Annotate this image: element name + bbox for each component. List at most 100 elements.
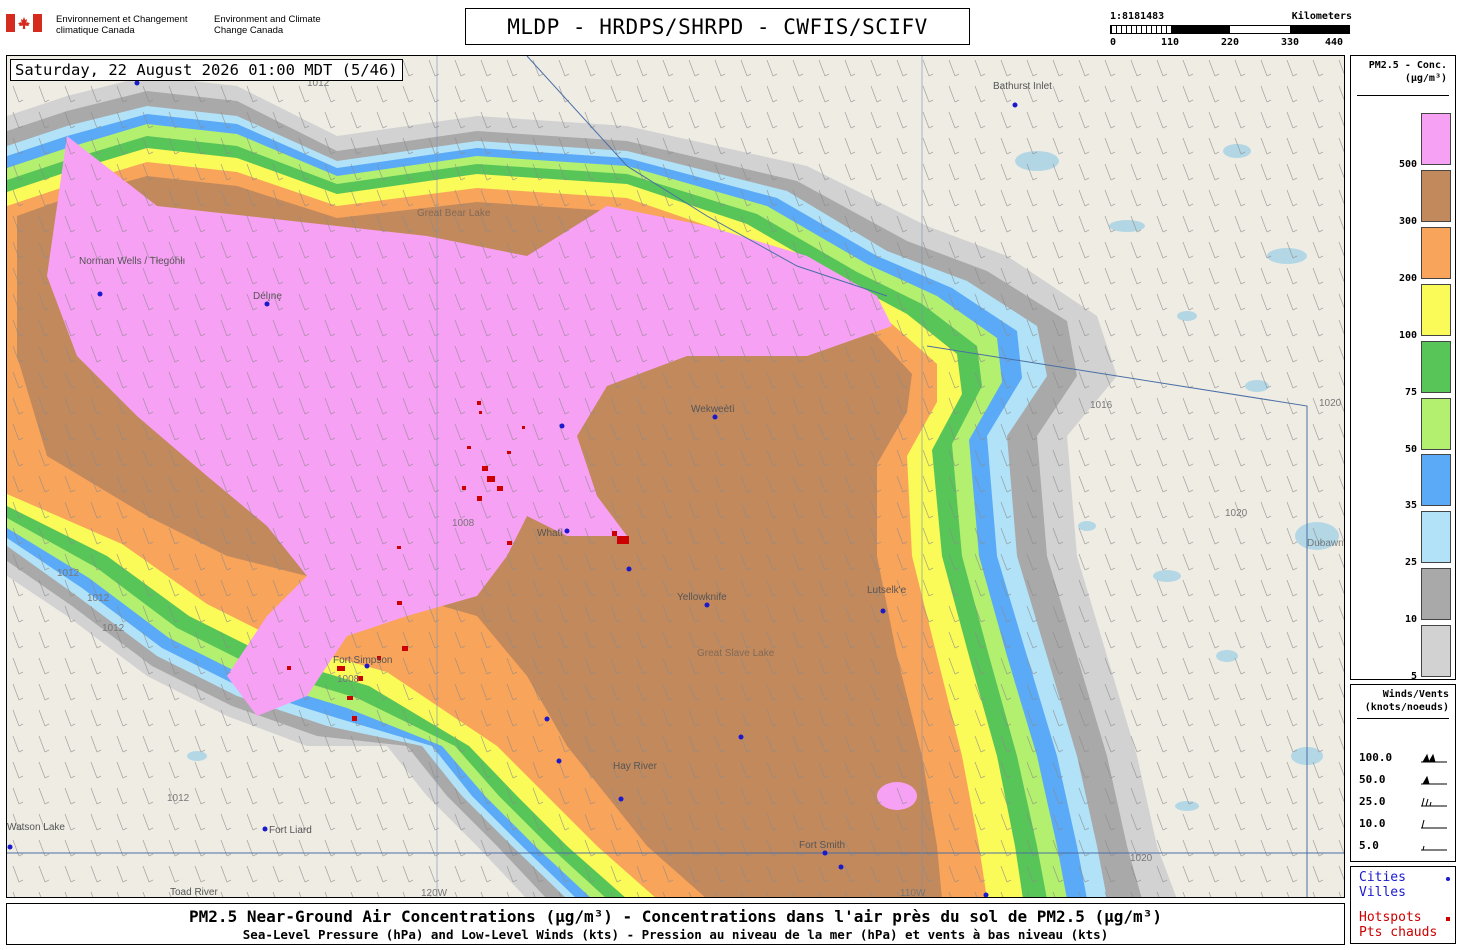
scale-tick-label: 330: [1280, 37, 1300, 48]
legend-bin-label: 300: [1398, 215, 1417, 227]
eccc-logo: Environnement et Changement climatique C…: [6, 12, 336, 42]
wind-row: 50.0: [1359, 773, 1451, 787]
scale-tick-label: 110: [1160, 37, 1180, 48]
agency-name-fr: Environnement et Changement climatique C…: [56, 14, 188, 36]
cities-label-fr: Villes: [1359, 885, 1406, 900]
legend-swatch: [1421, 511, 1451, 564]
wind-legend: Winds/Vents (knots/noeuds) 100.0 50.0 25…: [1350, 684, 1456, 862]
isobar-label: 1012: [87, 593, 110, 604]
legend-swatch: [1421, 226, 1451, 279]
isobar-label: 1020: [1130, 853, 1153, 864]
place-label: Norman Wells / Tłegóhłı: [79, 256, 185, 267]
wind-row: 25.0: [1359, 795, 1451, 809]
place-label: Fort Smith: [799, 840, 845, 851]
isobar-label: 1012: [167, 793, 190, 804]
legend-swatch: [1421, 625, 1451, 678]
map-canvas[interactable]: Bathurst Inlet Norman Wells / Tłegóhłı D…: [7, 56, 1345, 898]
caption-line-2: Sea-Level Pressure (hPa) and Low-Level W…: [242, 927, 1109, 942]
place-label: Yellowknife: [677, 592, 727, 603]
legend-title: PM2.5 - Conc. (µg/m³): [1368, 60, 1447, 84]
place-label: Wekweètì: [691, 404, 735, 415]
hotspot-square-icon: [1446, 917, 1450, 921]
place-label: Hay River: [613, 761, 658, 772]
scale-ratio: 1:8181483: [1110, 11, 1165, 22]
caption-line-1: PM2.5 Near-Ground Air Concentrations (µg…: [189, 907, 1162, 926]
cities-legend-label: Cities Villes: [1359, 870, 1406, 900]
wind-barb-icon: [1421, 775, 1447, 785]
wind-legend-title: Winds/Vents (knots/noeuds): [1364, 689, 1449, 713]
place-label: Dubawnt Lake: [1307, 538, 1345, 549]
place-label: Bathurst Inlet: [993, 81, 1052, 92]
city-dot-icon: [1446, 877, 1450, 881]
legend-bin-label: 35: [1404, 500, 1417, 512]
scale-bar-graphic: [1110, 25, 1350, 34]
wind-speed-label: 50.0: [1359, 773, 1386, 786]
legend-bin-label: 5: [1410, 671, 1417, 683]
place-label: Lutselk'e: [867, 585, 907, 596]
product-title: MLDP - HRDPS/SHRPD - CWFIS/SCIFV: [465, 8, 970, 45]
map-view[interactable]: Bathurst Inlet Norman Wells / Tłegóhłı D…: [6, 55, 1345, 898]
cities-hotspots-legend: Cities Villes Hotspots Pts chauds: [1350, 866, 1456, 944]
wind-row: 5.0: [1359, 839, 1451, 853]
place-label: Fort Liard: [269, 825, 312, 836]
wind-row: 100.0: [1359, 751, 1451, 765]
place-label: Great Bear Lake: [417, 208, 491, 219]
isobar-label: 1020: [1225, 508, 1248, 519]
legend-bin-label: 25: [1404, 557, 1417, 569]
hotspots-legend-label: Hotspots Pts chauds: [1359, 910, 1437, 940]
meridian-label: 120W: [421, 888, 448, 898]
scale-tick-label: 440: [1324, 37, 1344, 48]
hotspots-label-fr: Pts chauds: [1359, 925, 1438, 940]
place-label: Toad River: [170, 887, 218, 898]
cities-label-en: Cities: [1359, 870, 1406, 885]
place-label: Great Slave Lake: [697, 648, 775, 659]
wind-barb-icon: [1421, 819, 1447, 829]
legend-bin-label: 50: [1404, 443, 1417, 455]
scale-ticks: 0 110 220 330 440: [1110, 37, 1350, 49]
scale-tick-label: 0: [1109, 37, 1117, 48]
legend-swatch: [1421, 169, 1451, 222]
isobar-label: 1012: [102, 623, 125, 634]
legend-swatch: [1421, 283, 1451, 336]
canada-flag-icon: [6, 14, 42, 32]
wind-barb-icon: [1421, 797, 1447, 807]
isobar-label: 1008: [452, 518, 475, 529]
wind-speed-label: 25.0: [1359, 795, 1386, 808]
legend-bin-label: 100: [1398, 329, 1417, 341]
legend-swatch: [1421, 397, 1451, 450]
map-caption: PM2.5 Near-Ground Air Concentrations (µg…: [6, 903, 1345, 945]
scale-bar: 1:8181483 Kilometers 0 110 220 330 440: [1110, 10, 1352, 50]
wind-speed-label: 5.0: [1359, 839, 1379, 852]
legend-swatch: [1421, 454, 1451, 507]
isobar-label: 1012: [57, 568, 80, 579]
isobar-label: 1016: [1090, 400, 1113, 411]
forecast-timestamp: Saturday, 22 August 2026 01:00 MDT (5/46…: [10, 59, 403, 81]
isobar-label: 1008: [337, 674, 360, 685]
wind-speed-label: 100.0: [1359, 751, 1393, 764]
wind-legend-divider: [1357, 718, 1449, 719]
wind-row: 10.0: [1359, 817, 1451, 831]
hotspots-label-en: Hotspots: [1359, 910, 1422, 925]
agency-name-en: Environment and Climate Change Canada: [214, 14, 321, 36]
scale-unit: Kilometers: [1291, 11, 1352, 22]
legend-bin-label: 10: [1404, 614, 1417, 626]
wind-barbs: [7, 56, 1344, 897]
wind-barb-icon: [1421, 845, 1447, 851]
place-label: Fort Simpson: [333, 655, 392, 666]
legend-swatch: [1421, 568, 1451, 621]
legend-bin-label: 200: [1398, 272, 1417, 284]
legend-divider: [1357, 95, 1449, 96]
wind-speed-label: 10.0: [1359, 817, 1386, 830]
place-label: Whatì: [537, 528, 563, 539]
legend-swatch: [1421, 113, 1451, 165]
wind-barb-icon: [1421, 753, 1447, 763]
place-label: Watson Lake: [7, 822, 65, 833]
pm25-legend: PM2.5 - Conc. (µg/m³) 500 300 200 100 75 50 35…: [1350, 55, 1456, 683]
scale-tick-label: 220: [1220, 37, 1240, 48]
legend-swatch: [1421, 340, 1451, 393]
place-label: Délı̨nę: [253, 291, 282, 302]
legend-bin-label: 500: [1398, 159, 1417, 170]
meridian-label: 110W: [900, 888, 926, 898]
legend-bin-label: 75: [1404, 386, 1417, 398]
isobar-label: 1020: [1319, 398, 1342, 409]
